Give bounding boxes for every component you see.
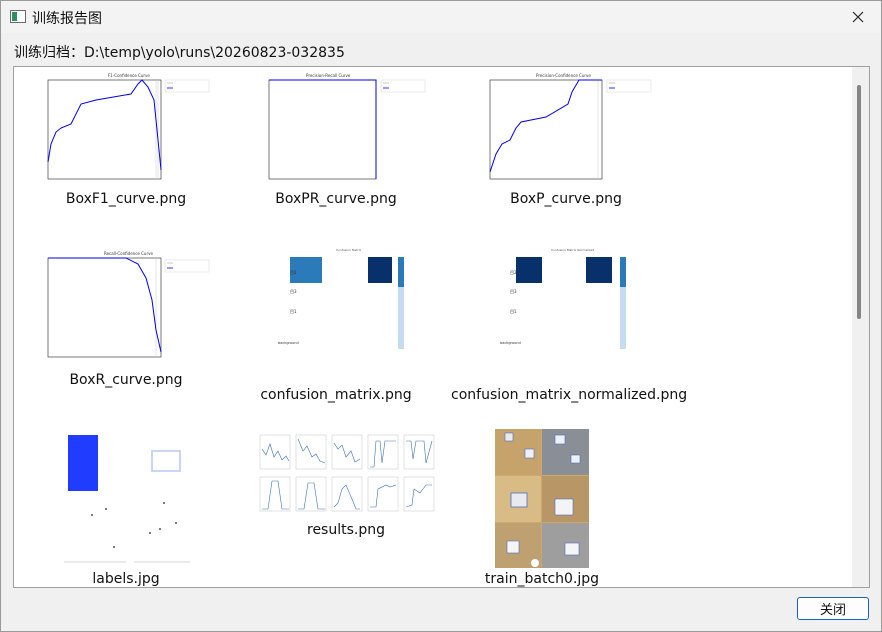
image-gallery[interactable]: F1-Confidence Curve BoxF1_curve.png Prec… bbox=[13, 66, 870, 588]
svg-text:Recall-Confidence Curve: Recall-Confidence Curve bbox=[104, 251, 153, 256]
thumbnail-caption: BoxR_curve.png bbox=[69, 372, 183, 388]
report-window: 训练报告图 训练归档：D:\temp\yolo\runs\20260823-03… bbox=[0, 0, 882, 632]
svg-text:目1: 目1 bbox=[510, 309, 517, 314]
title-bar: 训练报告图 bbox=[1, 1, 881, 33]
svg-text:目3: 目3 bbox=[290, 289, 297, 294]
thumbnail-caption: BoxF1_curve.png bbox=[65, 191, 187, 207]
labels-thumbnail[interactable] bbox=[56, 429, 196, 567]
boxpr-curve-thumbnail[interactable]: Precision-Recall Curve bbox=[246, 72, 426, 187]
svg-text:Precision-Confidence Curve: Precision-Confidence Curve bbox=[536, 73, 591, 78]
thumbnail-caption: BoxP_curve.png bbox=[510, 191, 622, 207]
scrollbar-thumb[interactable] bbox=[857, 85, 861, 319]
svg-text:Precision-Recall Curve: Precision-Recall Curve bbox=[306, 73, 351, 78]
svg-text:Confusion Matrix Normalized: Confusion Matrix Normalized bbox=[551, 248, 594, 252]
chart-window-icon bbox=[10, 10, 26, 23]
results-thumbnail[interactable] bbox=[256, 429, 436, 519]
thumbnail-caption: confusion_matrix_normalized.png bbox=[451, 387, 688, 403]
boxp-curve-thumbnail[interactable]: Precision-Confidence Curve bbox=[476, 72, 656, 187]
svg-text:Confusion Matrix: Confusion Matrix bbox=[336, 248, 362, 252]
svg-text:background: background bbox=[500, 341, 521, 345]
archive-path-label: 训练归档：D:\temp\yolo\runs\20260823-032835 bbox=[14, 45, 345, 61]
svg-text:F1-Confidence Curve: F1-Confidence Curve bbox=[108, 73, 150, 78]
close-button[interactable]: 关闭 bbox=[797, 597, 869, 620]
thumbnail-caption: labels.jpg bbox=[92, 571, 160, 587]
boxf1-curve-thumbnail[interactable]: F1-Confidence Curve bbox=[36, 72, 216, 187]
svg-text:目2: 目2 bbox=[510, 270, 517, 275]
window-title: 训练报告图 bbox=[32, 11, 102, 27]
thumbnail-caption: results.png bbox=[307, 522, 385, 538]
boxr-curve-thumbnail[interactable]: Recall-Confidence Curve bbox=[36, 250, 216, 365]
svg-text:background: background bbox=[278, 341, 299, 345]
svg-text:目3: 目3 bbox=[510, 289, 517, 294]
thumbnail-caption: BoxPR_curve.png bbox=[275, 191, 397, 207]
confusion-matrix-normalized-thumbnail[interactable]: Confusion Matrix Normalized 目2 目3 目1 bac… bbox=[496, 247, 646, 379]
close-icon[interactable] bbox=[835, 1, 881, 33]
confusion-matrix-thumbnail[interactable]: Confusion Matrix 目2 目3 目1 background bbox=[266, 247, 416, 379]
vertical-scrollbar[interactable] bbox=[852, 67, 869, 587]
svg-text:目2: 目2 bbox=[290, 270, 297, 275]
thumbnail-caption: confusion_matrix.png bbox=[260, 387, 412, 403]
train-batch0-thumbnail[interactable] bbox=[495, 429, 589, 568]
svg-text:目1: 目1 bbox=[290, 309, 297, 314]
thumbnail-caption: train_batch0.jpg bbox=[484, 571, 600, 587]
